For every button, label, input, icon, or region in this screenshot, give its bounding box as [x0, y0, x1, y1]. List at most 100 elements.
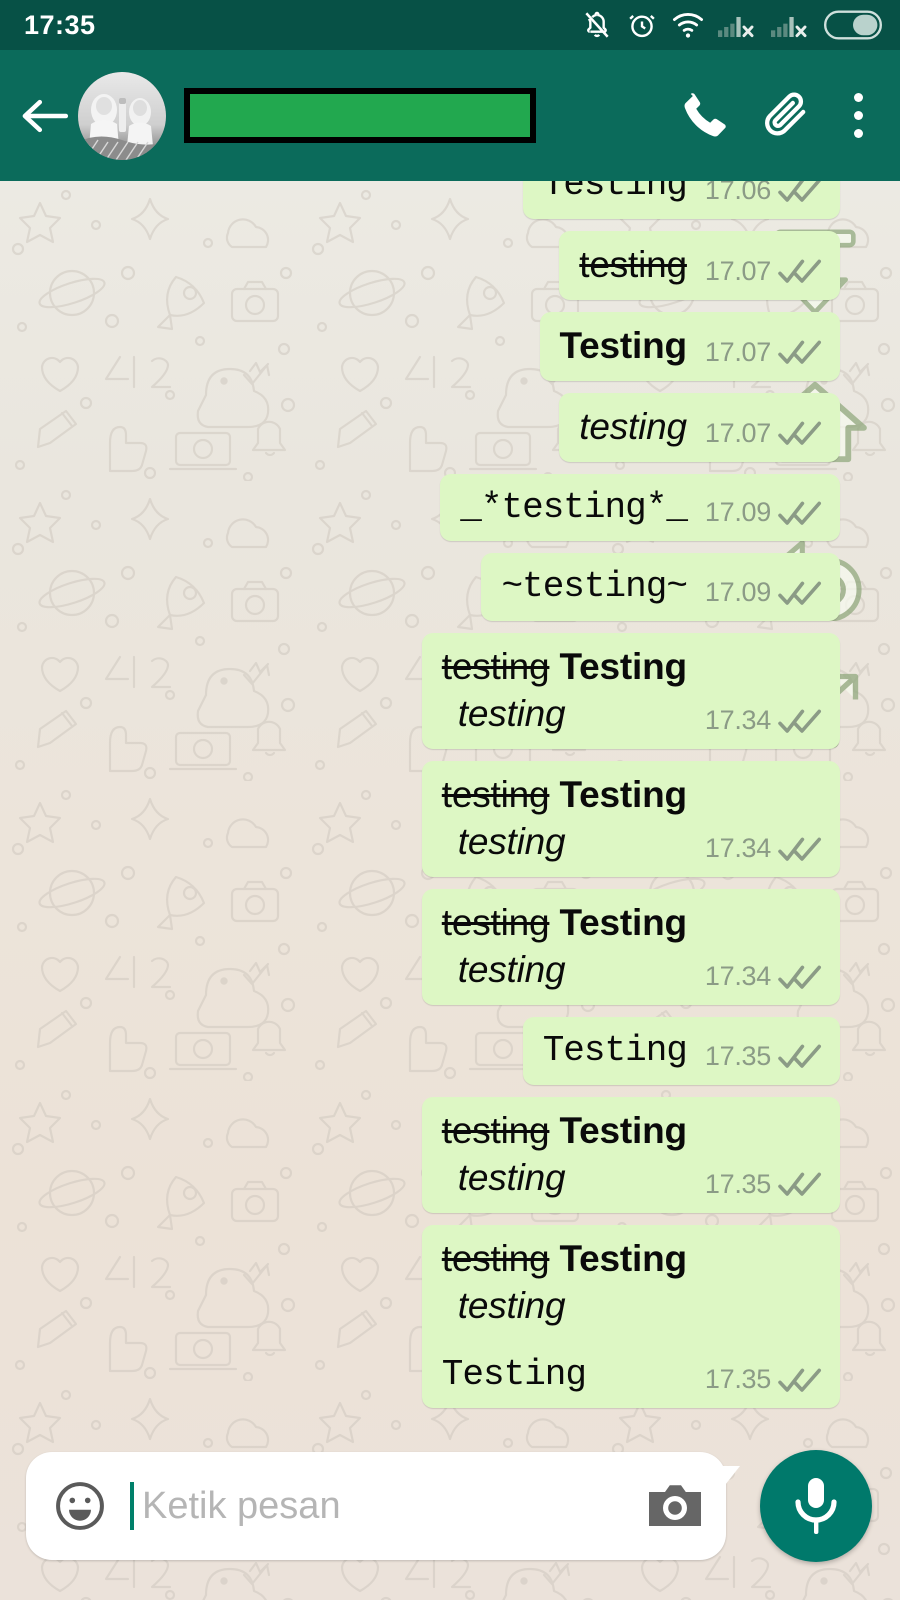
overflow-menu-button[interactable] — [832, 79, 884, 153]
double-check-icon — [778, 181, 821, 203]
message-meta: 17.07 — [705, 418, 822, 451]
message-meta: 17.09 — [705, 577, 822, 610]
message-timestamp: 17.07 — [704, 336, 771, 367]
message-timestamp: 17.09 — [704, 497, 771, 528]
camera-button[interactable] — [644, 1478, 706, 1534]
message-line: Testing — [559, 324, 688, 366]
double-check-icon — [778, 501, 821, 525]
message-meta: 17.35 — [705, 1169, 822, 1202]
status-bar: 17:35 — [0, 0, 900, 50]
avatar-photo — [78, 71, 166, 160]
message-meta: 17.09 — [705, 497, 822, 530]
message-bubble[interactable]: Testing 17.07 — [539, 311, 840, 381]
message-line: testing — [457, 949, 566, 991]
double-check-icon — [778, 965, 821, 989]
double-check-icon — [778, 1172, 821, 1197]
double-check-icon — [778, 581, 821, 605]
double-check-icon — [778, 1044, 821, 1069]
message-input[interactable] — [134, 1484, 634, 1528]
double-check-icon — [778, 259, 821, 284]
message-meta: 17.07 — [705, 337, 822, 370]
message-bubble[interactable]: Testing 17.35 — [522, 1017, 840, 1085]
double-check-icon — [778, 340, 821, 364]
message-bubble[interactable]: testing Testing testing 17.35 — [421, 1096, 840, 1213]
message-timestamp: 17.35 — [704, 1168, 771, 1199]
message-timestamp: 17.34 — [704, 961, 771, 992]
message-timestamp: 17.34 — [704, 833, 771, 864]
double-check-icon — [778, 837, 821, 861]
chat-area[interactable]: Testing 17.06 testing 17.07 Testing 17.07 test… — [0, 181, 900, 1600]
message-line: testing — [457, 693, 566, 735]
status-bar-clock: 17:35 — [24, 9, 96, 40]
message-bubble[interactable]: testing 17.07 — [559, 230, 840, 300]
message-timestamp: 17.09 — [704, 577, 771, 608]
message-text: Testing — [542, 181, 688, 208]
message-meta: 17.06 — [705, 181, 822, 208]
message-text: testing Testing testing — [442, 772, 687, 866]
message-line — [442, 1330, 687, 1352]
message-text: testing — [579, 242, 687, 289]
signal-no-sim-2-icon — [771, 10, 811, 40]
back-arrow-icon — [22, 99, 69, 132]
message-bubble[interactable]: _*testing*_ 17.09 — [440, 473, 840, 542]
message-line: testing Testing — [441, 1237, 687, 1279]
message-line: Testing — [441, 1353, 587, 1395]
message-bubble[interactable]: testing 17.07 — [559, 392, 840, 462]
message-bubble[interactable]: ~testing~ 17.09 — [481, 553, 840, 622]
message-text: ~testing~ — [501, 564, 687, 610]
message-timestamp: 17.35 — [704, 1364, 771, 1395]
message-meta: 17.35 — [705, 1041, 822, 1074]
message-text: testing Testing testing — [442, 1108, 687, 1202]
smiley-icon — [56, 1482, 104, 1530]
message-line: _*testing*_ — [460, 486, 688, 528]
message-input-wrap[interactable] — [130, 1475, 634, 1537]
message-bubble[interactable]: testing Testing testing 17.34 — [421, 889, 840, 1006]
message-input-bar — [26, 1452, 740, 1560]
message-text: testing Testing testing Testing — [442, 1236, 687, 1398]
contact-name-redaction[interactable] — [184, 88, 536, 143]
message-meta: 17.34 — [705, 961, 822, 994]
message-text: _*testing*_ — [460, 485, 688, 531]
message-meta: 17.34 — [705, 705, 822, 738]
status-bar-icons — [581, 9, 882, 41]
double-check-icon — [778, 1368, 821, 1392]
message-bubble[interactable]: testing Testing testing 17.34 — [421, 633, 840, 750]
battery-icon — [824, 10, 882, 40]
alarm-clock-icon — [626, 9, 658, 41]
message-text: Testing — [543, 1028, 688, 1074]
app-bar — [0, 50, 900, 181]
message-bubble[interactable]: testing Testing testing Testing 17.35 — [421, 1224, 840, 1409]
back-button[interactable] — [14, 85, 76, 147]
message-meta: 17.07 — [705, 256, 822, 289]
call-button[interactable] — [668, 79, 742, 153]
message-line: testing — [457, 821, 566, 863]
wifi-icon — [671, 9, 705, 41]
message-timestamp: 17.35 — [704, 1040, 771, 1071]
message-list: Testing 17.06 testing 17.07 Testing 17.07 test… — [0, 181, 900, 1420]
double-check-icon — [778, 709, 821, 733]
message-bubble[interactable]: testing Testing testing 17.34 — [421, 761, 840, 878]
message-bubble[interactable]: Testing 17.06 — [522, 181, 840, 219]
message-line: testing — [457, 1156, 566, 1198]
avatar[interactable] — [78, 71, 166, 160]
message-line: testing Testing — [441, 646, 687, 688]
signal-no-sim-1-icon — [718, 10, 758, 40]
message-line: testing — [457, 1284, 566, 1326]
message-timestamp: 17.06 — [704, 181, 771, 205]
app-bar-actions — [668, 79, 884, 153]
message-text: Testing — [559, 323, 688, 370]
message-timestamp: 17.34 — [704, 705, 771, 736]
mute-bell-icon — [581, 9, 613, 41]
message-line: testing Testing — [441, 1109, 687, 1151]
phone-icon — [684, 92, 726, 136]
message-line: testing Testing — [441, 774, 687, 816]
mic-button[interactable] — [760, 1450, 872, 1562]
emoji-button[interactable] — [52, 1478, 108, 1534]
message-line: testing — [579, 243, 687, 285]
message-line: Testing — [542, 181, 688, 205]
message-text: testing Testing testing — [442, 900, 687, 994]
attach-button[interactable] — [750, 79, 824, 153]
message-line: ~testing~ — [501, 566, 687, 608]
message-timestamp: 17.07 — [704, 417, 771, 448]
message-line: testing — [579, 405, 687, 447]
